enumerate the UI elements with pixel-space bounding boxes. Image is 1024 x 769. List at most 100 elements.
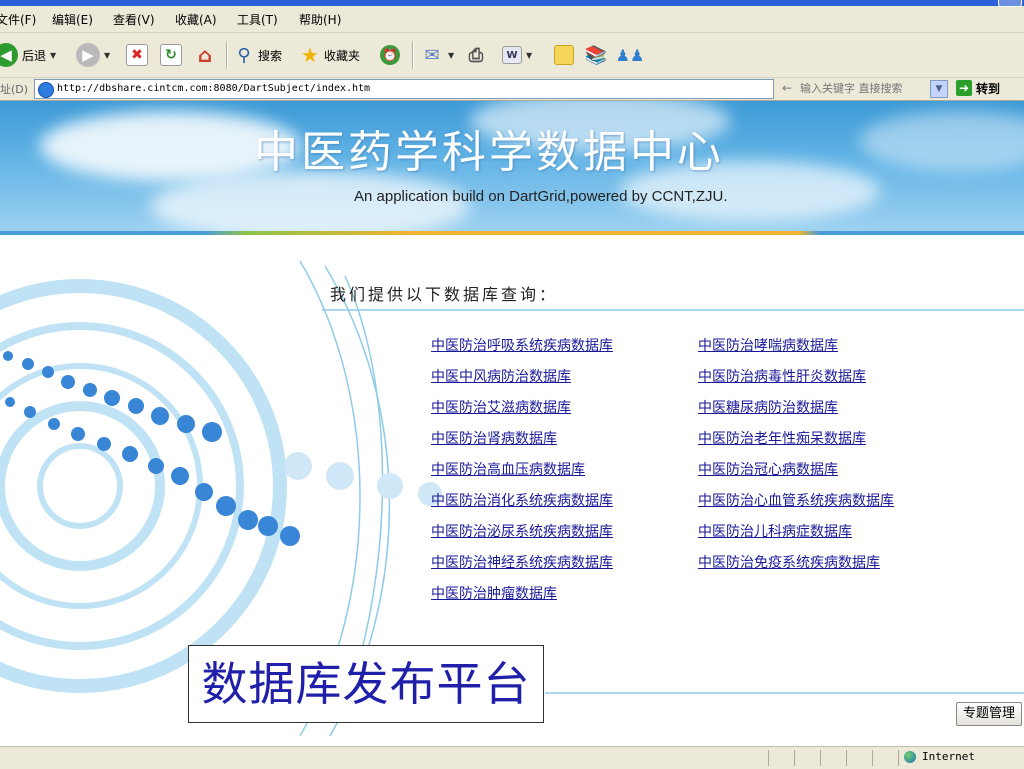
keyword-search-input[interactable] — [800, 79, 928, 97]
dot — [284, 452, 312, 480]
faint-dots — [284, 452, 442, 506]
dot — [5, 397, 15, 407]
dot — [48, 418, 60, 430]
address-label: 址(D) — [0, 83, 29, 96]
back-button[interactable]: ◀ 后退 ▼ — [0, 40, 56, 70]
research-button[interactable]: 📚 — [584, 40, 608, 70]
ie-page-icon — [38, 82, 54, 98]
topic-management-button[interactable]: 专题管理 — [956, 702, 1023, 726]
globe-icon — [904, 750, 916, 763]
search-button[interactable]: ⚲ 搜索 — [232, 40, 282, 70]
site-banner: 中医药学科学数据中心 An application build on DartG… — [0, 101, 1024, 233]
home-button[interactable]: ⌂ — [193, 40, 217, 70]
dot — [202, 422, 222, 442]
refresh-button[interactable]: ↻ — [160, 40, 182, 70]
dot — [326, 462, 354, 490]
db-link-asthma[interactable]: 中医防治哮喘病数据库 — [698, 336, 894, 367]
db-link-kidney[interactable]: 中医防治肾病数据库 — [431, 429, 613, 460]
db-link-pediatric[interactable]: 中医防治儿科病症数据库 — [698, 522, 894, 553]
db-link-coronary[interactable]: 中医防治冠心病数据库 — [698, 460, 894, 491]
zone-label: Internet — [922, 750, 975, 763]
history-icon: ⏰ — [380, 45, 400, 65]
forward-button[interactable]: ▶ ▼ — [76, 40, 110, 70]
status-bar: Internet — [0, 746, 1024, 769]
db-link-urinary[interactable]: 中医防治泌尿系统疾病数据库 — [431, 522, 613, 553]
favorites-button[interactable]: ★ 收藏夹 — [298, 40, 360, 70]
db-link-aids[interactable]: 中医防治艾滋病数据库 — [431, 398, 613, 429]
print-button[interactable]: ⎙ — [464, 40, 488, 70]
messenger-icon: ♟♟ — [615, 45, 645, 65]
messenger-button[interactable]: ♟♟ — [615, 40, 645, 70]
status-cell — [768, 750, 793, 766]
dot — [42, 366, 54, 378]
go-arrow-icon: ➜ — [956, 80, 972, 96]
banner-title: 中医药学科学数据中心 — [254, 127, 724, 178]
dot — [128, 398, 144, 414]
db-link-digestive[interactable]: 中医防治消化系统疾病数据库 — [431, 491, 613, 522]
edit-button[interactable]: W ▼ — [502, 40, 532, 70]
menu-view[interactable]: 查看(V) — [113, 10, 155, 30]
search-label: 搜索 — [258, 48, 283, 63]
status-cell — [820, 750, 845, 766]
dot — [22, 358, 34, 370]
db-link-stroke[interactable]: 中医中风病防治数据库 — [431, 367, 613, 398]
status-cell — [872, 750, 897, 766]
db-link-nervous[interactable]: 中医防治神经系统疾病数据库 — [431, 553, 613, 584]
mail-button[interactable]: ✉ ▼ — [420, 40, 454, 70]
menu-favorites[interactable]: 收藏(A) — [175, 10, 217, 30]
address-url[interactable]: http://dbshare.cintcm.com:8080/DartSubje… — [57, 81, 370, 97]
go-button[interactable]: ➜ 转到 — [956, 79, 1000, 97]
mail-icon: ✉ — [424, 44, 440, 66]
color-stripe — [0, 231, 1024, 235]
history-button[interactable]: ⏰ — [380, 40, 400, 70]
dot — [280, 526, 300, 546]
printer-icon: ⎙ — [468, 44, 484, 66]
toolbar: ◀ 后退 ▼ ▶ ▼ ✖ ↻ ⌂ ⚲ 搜索 ★ 收藏夹 ⏰ ✉ ▼ ⎙ W ▼ … — [0, 33, 1024, 78]
arc-line — [344, 275, 384, 707]
dot — [216, 496, 236, 516]
dot — [195, 483, 213, 501]
chevron-down-icon[interactable]: ▼ — [930, 80, 948, 98]
dot — [238, 510, 258, 530]
banner-subtitle: An application build on DartGrid,powered… — [354, 188, 728, 205]
db-link-dementia[interactable]: 中医防治老年性痴呆数据库 — [698, 429, 894, 460]
menu-bar: 文件(F) 编辑(E) 查看(V) 收藏(A) 工具(T) 帮助(H) — [0, 0, 1024, 33]
back-arrow-icon: ◀ — [0, 43, 18, 67]
db-link-immune[interactable]: 中医防治免疫系统疾病数据库 — [698, 553, 894, 584]
menu-edit[interactable]: 编辑(E) — [52, 10, 93, 30]
dot — [83, 383, 97, 397]
platform-title-box: 数据库发布平台 — [188, 645, 544, 723]
db-link-tumor[interactable]: 中医防治肿瘤数据库 — [431, 584, 613, 615]
back-label: 后退 — [22, 48, 47, 63]
menu-file[interactable]: 文件(F) — [0, 10, 36, 30]
db-link-cardiovascular[interactable]: 中医防治心血管系统疾病数据库 — [698, 491, 894, 522]
db-link-hypertension[interactable]: 中医防治高血压病数据库 — [431, 460, 613, 491]
discuss-button[interactable] — [554, 40, 574, 70]
ring — [0, 363, 203, 609]
title-bar — [0, 0, 1024, 6]
dot — [61, 375, 75, 389]
database-list-right: 中医防治哮喘病数据库 中医防治病毒性肝炎数据库 中医糖尿病防治数据库 中医防治老… — [698, 336, 894, 584]
window-button[interactable] — [998, 0, 1022, 7]
left-arrow-icon: ← — [782, 81, 793, 95]
research-icon: 📚 — [584, 44, 608, 66]
db-link-respiratory[interactable]: 中医防治呼吸系统疾病数据库 — [431, 336, 613, 367]
toolbar-separator — [226, 41, 228, 69]
address-input[interactable]: http://dbshare.cintcm.com:8080/DartSubje… — [34, 79, 774, 99]
home-icon: ⌂ — [197, 43, 213, 67]
cloud — [860, 111, 1024, 171]
stop-button[interactable]: ✖ — [126, 40, 148, 70]
ring — [37, 443, 123, 529]
db-link-diabetes[interactable]: 中医糖尿病防治数据库 — [698, 398, 894, 429]
dot — [177, 415, 195, 433]
swirl-rings — [0, 279, 287, 693]
db-link-hepatitis[interactable]: 中医防治病毒性肝炎数据库 — [698, 367, 894, 398]
menu-help[interactable]: 帮助(H) — [299, 10, 341, 30]
magnifier-icon: ⚲ — [237, 44, 251, 66]
chevron-down-icon: ▼ — [448, 50, 455, 60]
main-content: 我们提供以下数据库查询： 中医防治呼吸系统疾病数据库 中医中风病防治数据库 中医… — [0, 236, 1024, 746]
address-bar: 址(D) http://dbshare.cintcm.com:8080/Dart… — [0, 78, 1024, 101]
chevron-down-icon: ▼ — [526, 50, 533, 60]
intro-text: 我们提供以下数据库查询： — [330, 285, 559, 304]
menu-tools[interactable]: 工具(T) — [237, 10, 278, 30]
